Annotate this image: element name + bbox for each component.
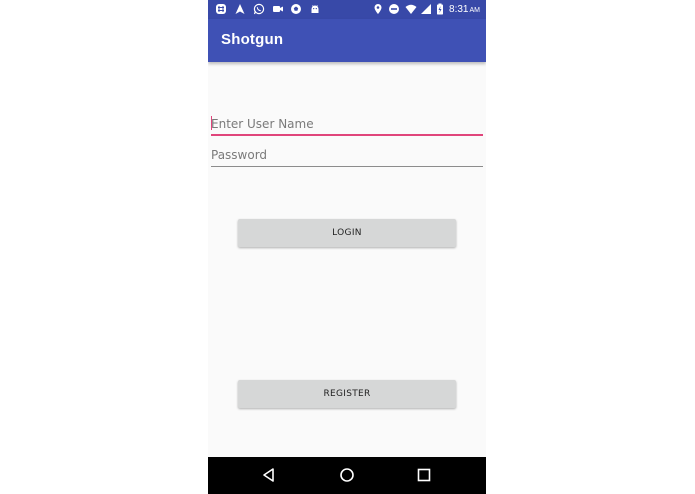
signal-icon bbox=[420, 3, 432, 15]
password-input[interactable] bbox=[211, 145, 483, 165]
password-underline bbox=[211, 166, 483, 167]
whatsapp-icon bbox=[253, 3, 265, 15]
password-field[interactable] bbox=[211, 145, 483, 167]
status-time: 8:31AM bbox=[449, 2, 480, 18]
app-bar: Shotgun bbox=[208, 19, 486, 62]
navigation-icon bbox=[234, 3, 246, 15]
text-cursor bbox=[211, 116, 212, 130]
status-time-ampm: AM bbox=[469, 7, 481, 14]
username-input[interactable] bbox=[211, 114, 483, 134]
status-bar: 8:31AM bbox=[208, 0, 486, 19]
back-icon[interactable] bbox=[260, 466, 278, 484]
slack-icon bbox=[215, 3, 227, 15]
username-field[interactable] bbox=[211, 114, 483, 136]
location-icon bbox=[372, 3, 384, 15]
login-button[interactable]: LOGIN bbox=[238, 219, 456, 247]
battery-charging-icon bbox=[434, 3, 446, 15]
register-button[interactable]: REGISTER bbox=[238, 380, 456, 408]
soccer-ball-icon bbox=[290, 3, 302, 15]
recents-icon[interactable] bbox=[415, 466, 433, 484]
phone-screen: 8:31AM Shotgun LOGIN REGISTER bbox=[208, 0, 486, 494]
status-time-value: 8:31 bbox=[449, 4, 469, 15]
android-icon bbox=[309, 3, 321, 15]
username-underline bbox=[211, 134, 483, 136]
app-title: Shotgun bbox=[221, 31, 284, 48]
do-not-disturb-icon bbox=[388, 3, 400, 15]
navigation-bar bbox=[208, 457, 486, 494]
facetime-icon bbox=[272, 3, 284, 15]
wifi-icon bbox=[405, 3, 417, 15]
home-icon[interactable] bbox=[338, 466, 356, 484]
